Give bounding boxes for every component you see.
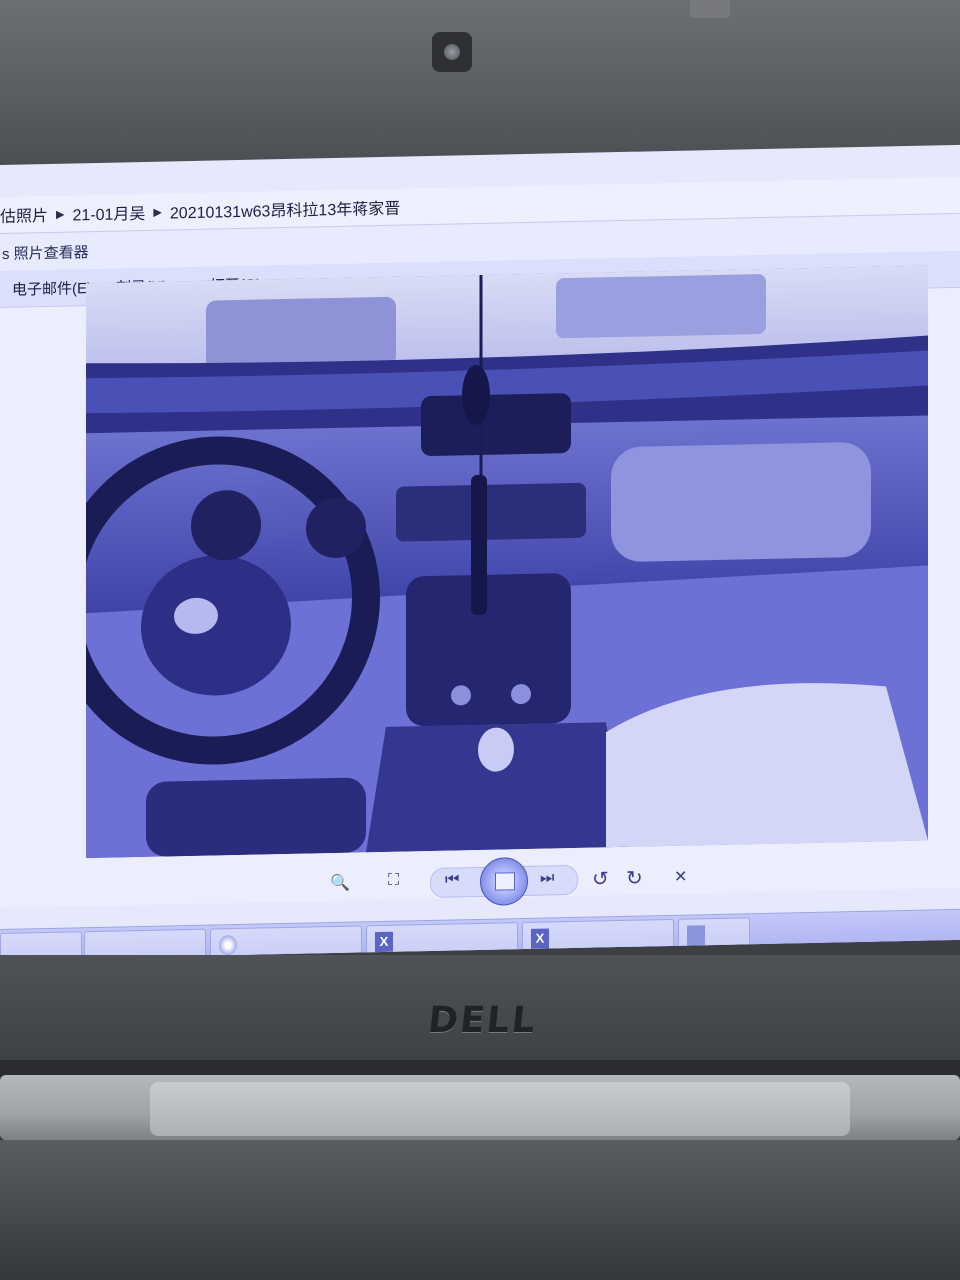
rotate-ccw-icon[interactable]: ↺	[592, 866, 609, 891]
webcam	[432, 32, 472, 72]
lid-latch	[690, 0, 730, 18]
taskbar-item[interactable]	[678, 917, 750, 955]
menu-email[interactable]: 电子邮件(E)	[12, 277, 92, 300]
menu-label: 电子邮件(E)	[12, 279, 92, 299]
delete-icon[interactable]: ✕	[674, 867, 687, 887]
keyboard-area	[0, 1140, 960, 1280]
next-icon[interactable]: ⏭	[540, 869, 554, 887]
taskbar-item[interactable]: X	[522, 918, 674, 959]
breadcrumb-item[interactable]: 20210131w63昂科拉13年蒋家晋	[170, 195, 400, 224]
breadcrumb-separator-icon: ▶	[56, 208, 65, 221]
car-interior-photo[interactable]	[86, 265, 928, 859]
zoom-icon[interactable]: 🔍	[330, 873, 350, 893]
breadcrumb-item[interactable]: 21-01月吴	[72, 200, 145, 226]
slideshow-button[interactable]	[480, 856, 528, 906]
previous-icon[interactable]: ⏮	[445, 871, 459, 889]
edge-icon	[219, 935, 237, 956]
palm-rest-lip	[150, 1082, 850, 1136]
excel-icon: X	[375, 931, 393, 953]
breadcrumb-item[interactable]: 估照片	[0, 202, 48, 227]
laptop-top-bezel	[0, 0, 960, 170]
excel-icon: X	[531, 928, 549, 949]
taskbar: X X	[0, 908, 960, 960]
fit-window-icon[interactable]: ⛶	[388, 872, 399, 890]
photo-viewer-icon	[687, 925, 705, 946]
screen: 估照片 ▶ 21-01月吴 ▶ 20210131w63昂科拉13年蒋家晋 s 照…	[0, 144, 960, 960]
dell-logo: DELL	[426, 1000, 539, 1041]
rotate-cw-icon[interactable]: ↻	[626, 866, 643, 891]
breadcrumb-separator-icon: ▶	[153, 206, 162, 219]
